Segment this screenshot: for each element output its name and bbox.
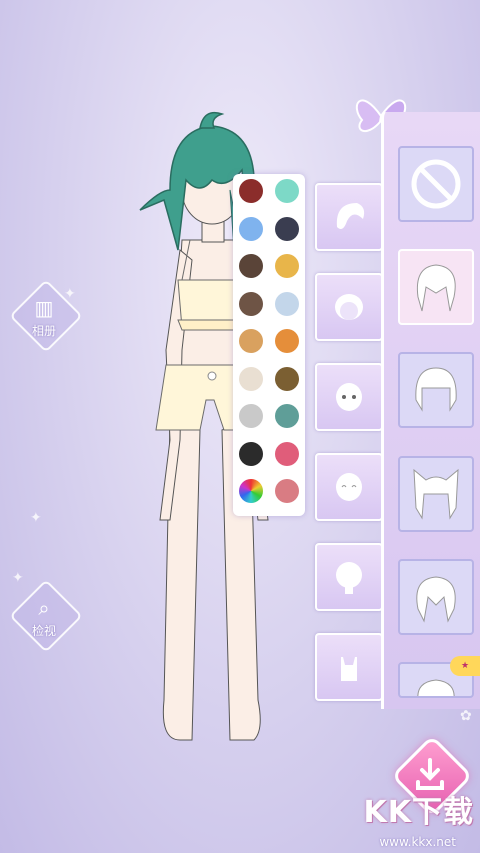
inspect-button[interactable]: ⌕ 检视 xyxy=(9,579,83,653)
color-swatch[interactable] xyxy=(239,216,263,241)
color-swatch[interactable] xyxy=(275,479,299,503)
item-spiky-hair[interactable] xyxy=(398,249,474,325)
bob-hair-icon xyxy=(415,367,457,412)
tab-top[interactable] xyxy=(315,633,383,701)
color-swatch[interactable] xyxy=(275,441,299,466)
item-panel xyxy=(381,112,480,709)
flower-decoration: ✿ xyxy=(460,708,472,724)
album-icon: ▥ xyxy=(34,296,54,320)
color-swatch[interactable] xyxy=(275,404,299,428)
sparkle-decoration: ✦ xyxy=(30,510,42,526)
face-icon xyxy=(336,383,362,411)
color-swatch[interactable] xyxy=(275,291,299,316)
tab-head[interactable] xyxy=(315,273,383,341)
color-swatch[interactable] xyxy=(239,479,263,503)
expression-icon xyxy=(336,473,362,501)
gift-badge-icon[interactable]: ★ xyxy=(450,656,480,676)
color-swatch[interactable] xyxy=(239,404,263,428)
item-cat-ear-hair[interactable] xyxy=(398,456,474,532)
hair-icon xyxy=(336,203,365,229)
tab-expression[interactable] xyxy=(315,453,383,521)
inspect-label: 检视 xyxy=(31,624,56,638)
color-swatch[interactable] xyxy=(239,329,263,353)
spiky-hair-icon xyxy=(416,264,456,312)
color-palette xyxy=(233,174,305,516)
color-swatch[interactable] xyxy=(275,254,299,278)
color-swatch[interactable] xyxy=(239,254,263,278)
watermark-url: www.kkx.net xyxy=(379,835,456,849)
color-swatch[interactable] xyxy=(239,366,263,391)
album-label: 相册 xyxy=(31,324,56,338)
tab-face[interactable] xyxy=(315,363,383,431)
color-swatch[interactable] xyxy=(275,366,299,391)
head-hair-icon xyxy=(335,294,363,320)
color-swatch[interactable] xyxy=(239,291,263,316)
cat-ear-hair-icon xyxy=(413,468,459,520)
messy-hair-icon xyxy=(416,576,456,623)
color-swatch[interactable] xyxy=(275,179,299,203)
tab-hair[interactable] xyxy=(315,183,383,251)
body-head-icon xyxy=(336,562,362,594)
color-swatch[interactable] xyxy=(239,179,263,203)
camisole-icon xyxy=(341,657,357,681)
magnifier-icon: ⌕ xyxy=(38,596,50,620)
item-none[interactable] xyxy=(398,146,474,222)
item-messy-hair[interactable] xyxy=(398,559,474,635)
color-swatch[interactable] xyxy=(239,441,263,466)
item-bob-hair[interactable] xyxy=(398,352,474,428)
color-swatch[interactable] xyxy=(275,329,299,353)
color-swatch[interactable] xyxy=(275,216,299,241)
no-item-icon xyxy=(411,159,461,209)
watermark-logo: KK下载 xyxy=(363,795,474,830)
tab-body[interactable] xyxy=(315,543,383,611)
album-button[interactable]: ▥ 相册 xyxy=(9,279,83,353)
